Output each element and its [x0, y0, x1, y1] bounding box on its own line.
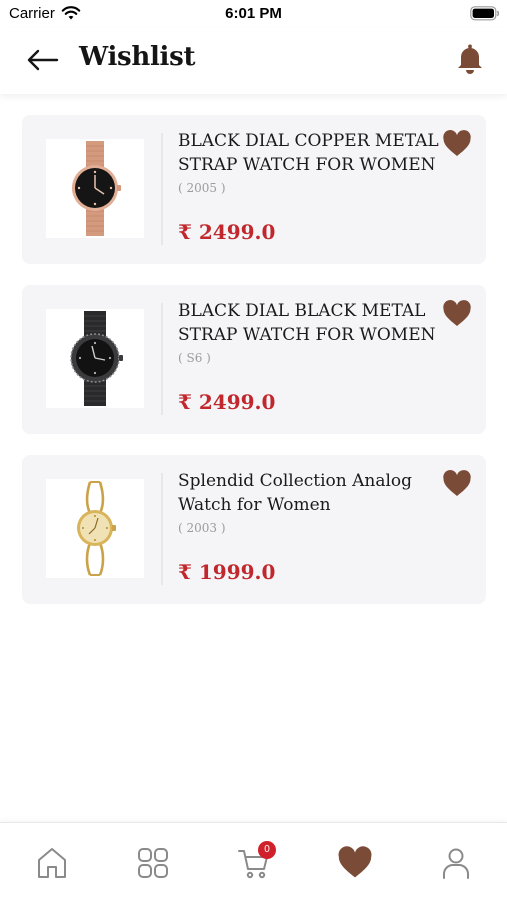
- remove-from-wishlist-button[interactable]: [442, 469, 472, 499]
- nav-wishlist[interactable]: [337, 845, 373, 881]
- clock: 6:01 PM: [225, 5, 282, 22]
- wishlist-item[interactable]: BLACK DIAL COPPER METAL STRAP WATCH FOR …: [22, 115, 486, 264]
- heart-filled-icon: [338, 846, 372, 878]
- status-bar: Carrier 6:01 PM: [0, 0, 507, 28]
- battery-icon: [470, 6, 500, 21]
- back-button[interactable]: [26, 46, 62, 74]
- user-icon: [443, 848, 469, 879]
- product-price: ₹ 1999.0: [178, 560, 276, 584]
- heart-filled-icon: [443, 470, 471, 496]
- nav-profile[interactable]: [438, 845, 474, 881]
- notifications-button[interactable]: [455, 43, 485, 75]
- nav-home[interactable]: [34, 845, 70, 881]
- product-code: ( S6 ): [178, 351, 211, 365]
- product-image-black-watch[interactable]: [46, 309, 144, 408]
- app-header: Wishlist: [0, 28, 507, 94]
- heart-filled-icon: [443, 130, 471, 156]
- product-price: ₹ 2499.0: [178, 220, 276, 244]
- page-title: Wishlist: [79, 42, 196, 72]
- product-image-gold-watch[interactable]: [46, 479, 144, 578]
- heart-filled-icon: [443, 300, 471, 326]
- bell-icon: [458, 44, 482, 74]
- product-code: ( 2003 ): [178, 521, 226, 535]
- product-price: ₹ 2499.0: [178, 390, 276, 414]
- wishlist-item[interactable]: Splendid Collection Analog Watch for Wom…: [22, 455, 486, 604]
- home-icon: [38, 848, 66, 878]
- product-image-rose-gold-watch[interactable]: [46, 139, 144, 238]
- product-name[interactable]: BLACK DIAL BLACK METAL STRAP WATCH FOR W…: [178, 299, 440, 347]
- grid-icon: [138, 848, 168, 878]
- product-name[interactable]: BLACK DIAL COPPER METAL STRAP WATCH FOR …: [178, 129, 440, 177]
- wishlist-item[interactable]: BLACK DIAL BLACK METAL STRAP WATCH FOR W…: [22, 285, 486, 434]
- remove-from-wishlist-button[interactable]: [442, 299, 472, 329]
- card-divider: [161, 473, 163, 585]
- bottom-navigation: 0: [0, 822, 507, 900]
- card-divider: [161, 303, 163, 415]
- cart-count-badge: 0: [258, 841, 276, 859]
- arrow-left-icon: [27, 49, 59, 71]
- remove-from-wishlist-button[interactable]: [442, 129, 472, 159]
- card-divider: [161, 133, 163, 245]
- product-code: ( 2005 ): [178, 181, 226, 195]
- product-name[interactable]: Splendid Collection Analog Watch for Wom…: [178, 469, 440, 517]
- nav-categories[interactable]: [135, 845, 171, 881]
